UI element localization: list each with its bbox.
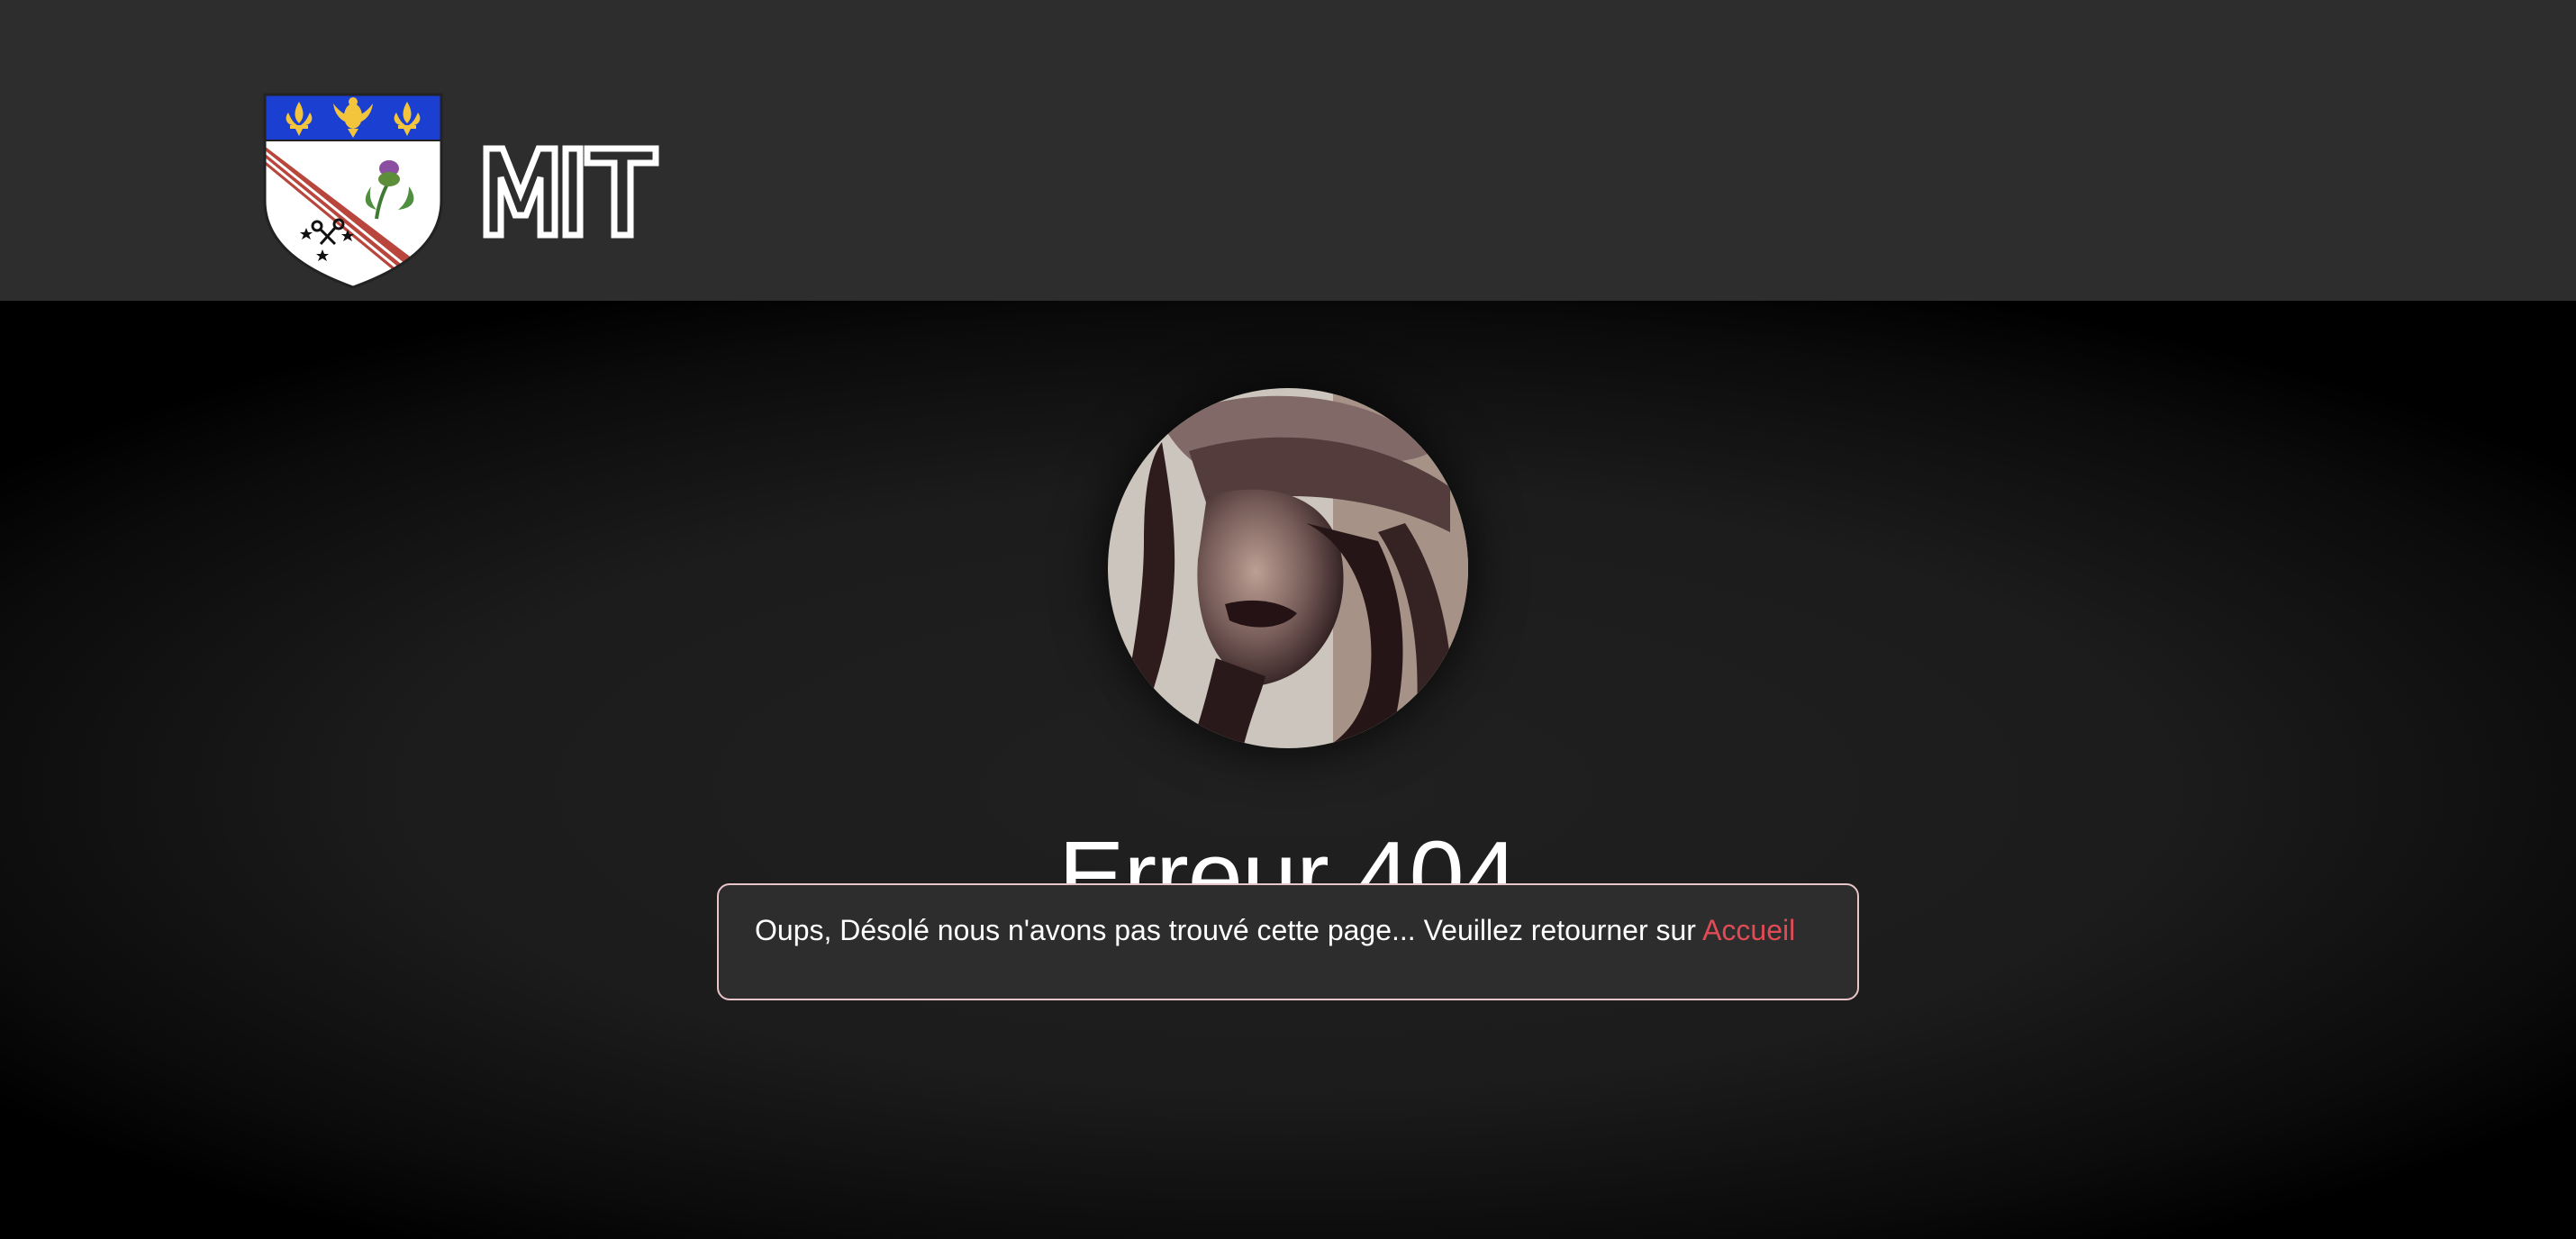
error-message-box: Oups, Désolé nous n'avons pas trouvé cet… bbox=[717, 883, 1859, 1000]
mit-wordmark bbox=[483, 145, 659, 239]
avatar-photo bbox=[1108, 388, 1468, 748]
home-logo-link[interactable] bbox=[263, 93, 659, 289]
profile-avatar bbox=[1108, 388, 1468, 748]
home-link[interactable]: Accueil bbox=[1702, 914, 1795, 946]
coat-of-arms-logo bbox=[263, 93, 443, 289]
error-message-text: Oups, Désolé nous n'avons pas trouvé cet… bbox=[755, 914, 1703, 946]
site-header bbox=[0, 0, 2576, 301]
